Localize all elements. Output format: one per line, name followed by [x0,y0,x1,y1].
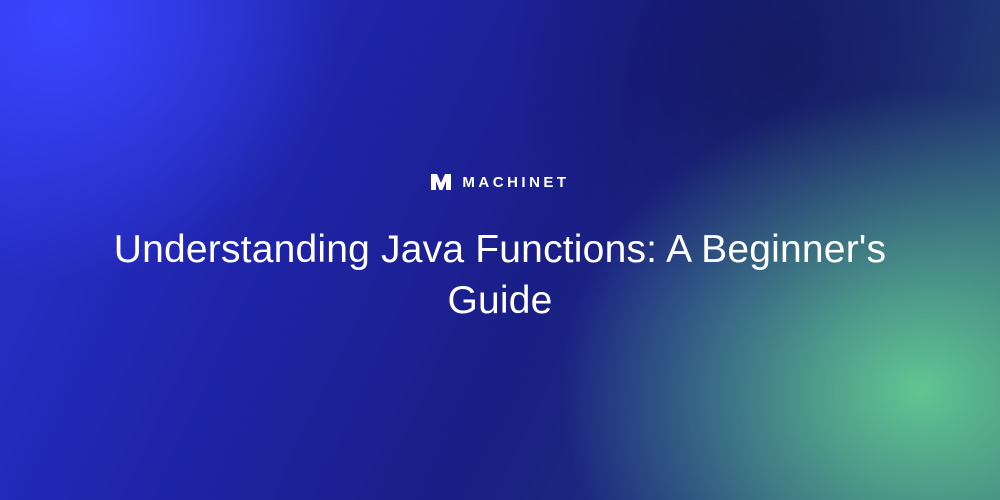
brand-name: MACHINET [462,174,569,191]
machinet-logo-icon [430,173,452,191]
brand-block: MACHINET [430,173,569,191]
page-title: Understanding Java Functions: A Beginner… [110,225,890,326]
